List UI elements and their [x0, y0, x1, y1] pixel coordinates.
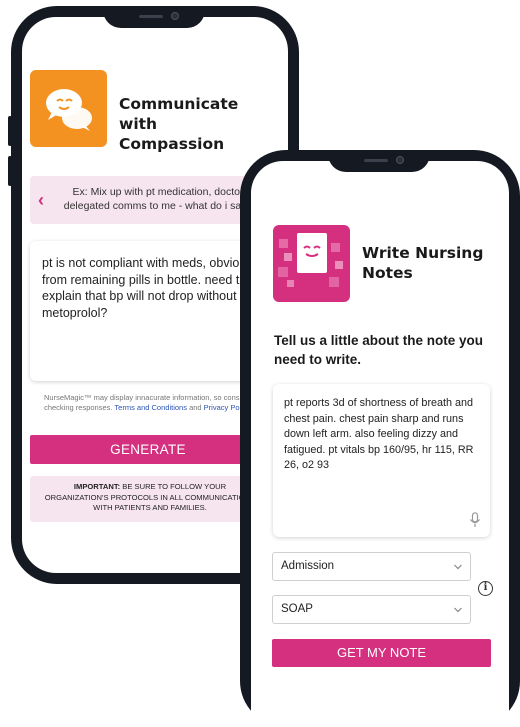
phone-notch — [103, 6, 205, 28]
camera-icon — [171, 12, 179, 20]
phone-notch — [328, 150, 430, 172]
note-type-select[interactable]: Admission — [272, 552, 471, 581]
note-input-text: pt reports 3d of shortness of breath and… — [284, 397, 474, 471]
info-icon[interactable]: i — [478, 581, 493, 596]
important-label: IMPORTANT: — [73, 482, 121, 491]
page-title: Write Nursing Notes — [362, 244, 484, 282]
chevron-down-icon — [454, 564, 462, 570]
important-notice: IMPORTANT: BE SURE TO FOLLOW YOUR ORGANI… — [30, 476, 266, 522]
volume-button — [8, 156, 12, 186]
note-input[interactable]: pt reports 3d of shortness of breath and… — [273, 384, 490, 537]
disclaimer-and: and — [189, 403, 202, 412]
volume-button — [8, 116, 12, 146]
example-text: Ex: Mix up with pt medication, doctor de… — [63, 186, 253, 212]
note-type-value: Admission — [281, 560, 335, 572]
note-format-select[interactable]: SOAP — [272, 595, 471, 624]
speaker-grille — [139, 15, 163, 18]
message-input[interactable]: pt is not compliant with meds, obviously… — [30, 241, 266, 381]
get-my-note-button[interactable]: GET MY NOTE — [272, 639, 491, 667]
important-text: IMPORTANT: BE SURE TO FOLLOW YOUR ORGANI… — [44, 482, 256, 514]
speaker-grille — [364, 159, 388, 162]
notes-document-icon — [273, 225, 350, 302]
microphone-icon[interactable] — [469, 512, 481, 528]
disclaimer: NurseMagic™ may display innacurate infor… — [30, 393, 266, 413]
page-title: Communicate with Compassion — [119, 95, 239, 153]
camera-icon — [396, 156, 404, 164]
prompt-heading: Tell us a little about the note you need… — [274, 333, 484, 367]
chat-bubbles-icon — [30, 70, 107, 147]
note-format-value: SOAP — [281, 603, 313, 615]
example-carousel[interactable]: ‹ Ex: Mix up with pt medication, doctor … — [30, 176, 266, 224]
message-input-text: pt is not compliant with meds, obviously… — [42, 256, 262, 320]
terms-link[interactable]: Terms and Conditions — [114, 403, 187, 412]
generate-button[interactable]: GENERATE — [30, 435, 266, 464]
chevron-down-icon — [454, 607, 462, 613]
chevron-left-icon[interactable]: ‹ — [38, 190, 44, 211]
